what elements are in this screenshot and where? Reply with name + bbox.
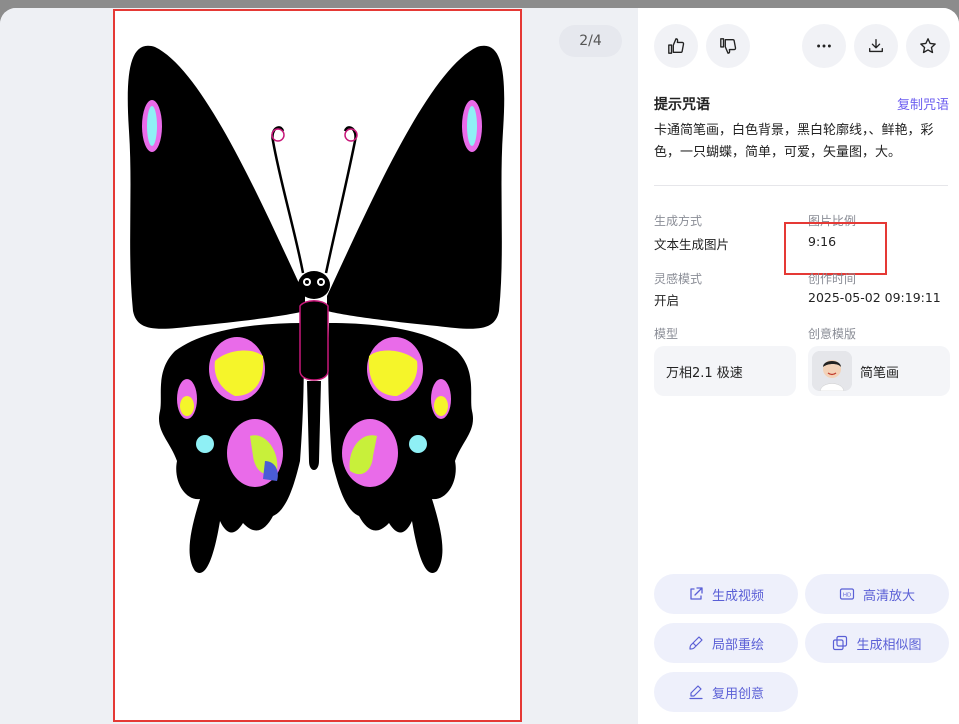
generate-similar-label: 生成相似图 bbox=[856, 637, 922, 653]
gen-mode-value: 文本生成图片 bbox=[654, 237, 730, 252]
favorite-button[interactable] bbox=[906, 24, 950, 68]
hd-upscale-button[interactable]: HD 高清放大 bbox=[805, 574, 949, 614]
prompt-text: 卡通简笔画，白色背景，黑白轮廓线，、鲜艳，彩色，一只蝴蝶，简单，可爱，矢量图，大… bbox=[654, 123, 934, 160]
model-card: 万相2.1 极速 bbox=[654, 346, 796, 396]
share-icon bbox=[690, 587, 703, 600]
generate-similar-button[interactable]: 生成相似图 bbox=[805, 623, 949, 663]
reuse-idea-label: 复用创意 bbox=[711, 686, 764, 702]
butterfly-illustration bbox=[127, 45, 505, 573]
image-viewer: 2/4 bbox=[0, 8, 638, 724]
brush-icon bbox=[689, 636, 703, 650]
detail-panel: 提示咒语 复制咒语 卡通简笔画，白色背景，黑白轮廓线，、鲜艳，彩色，一只蝴蝶，简… bbox=[638, 8, 959, 724]
generate-video-label: 生成视频 bbox=[711, 588, 764, 604]
dislike-button[interactable] bbox=[706, 24, 750, 68]
image-detail-modal: 2/4 提示咒语 复制咒语 卡通简笔画，白色背景，黑白轮廓线，、鲜艳，彩色，一只… bbox=[0, 8, 959, 724]
hd-upscale-label: 高清放大 bbox=[862, 588, 915, 604]
star-icon bbox=[920, 38, 936, 54]
more-button[interactable] bbox=[802, 24, 846, 68]
created-value: 2025-05-02 09:19:11 bbox=[808, 290, 941, 305]
edit-icon bbox=[689, 685, 703, 700]
page-counter: 2/4 bbox=[559, 25, 622, 57]
copy-images-icon bbox=[833, 635, 848, 651]
hd-icon: HD bbox=[839, 588, 855, 600]
generated-image[interactable] bbox=[113, 9, 522, 722]
svg-text:HD: HD bbox=[843, 593, 851, 599]
reuse-idea-button[interactable]: 复用创意 bbox=[654, 672, 798, 712]
created-label: 创作时间 bbox=[808, 272, 857, 286]
template-value: 简笔画 bbox=[860, 365, 900, 381]
template-thumbnail bbox=[812, 351, 852, 391]
download-button[interactable] bbox=[854, 24, 898, 68]
ratio-highlight bbox=[784, 222, 887, 275]
more-icon bbox=[817, 44, 831, 48]
thumbs-up-icon bbox=[668, 38, 685, 54]
generate-video-button[interactable]: 生成视频 bbox=[654, 574, 798, 614]
template-card[interactable]: 简笔画 bbox=[808, 346, 950, 396]
prompt-title: 提示咒语 bbox=[654, 97, 710, 113]
divider bbox=[654, 185, 948, 186]
gen-mode-label: 生成方式 bbox=[654, 214, 703, 228]
like-button[interactable] bbox=[654, 24, 698, 68]
model-label: 模型 bbox=[654, 327, 679, 341]
inspiration-value: 开启 bbox=[654, 293, 680, 308]
copy-prompt-link[interactable]: 复制咒语 bbox=[897, 94, 949, 113]
template-label: 创意模版 bbox=[808, 327, 857, 341]
local-repaint-label: 局部重绘 bbox=[711, 637, 764, 653]
local-repaint-button[interactable]: 局部重绘 bbox=[654, 623, 798, 663]
download-icon bbox=[869, 39, 883, 53]
inspiration-label: 灵感模式 bbox=[654, 272, 703, 286]
thumbs-down-icon bbox=[720, 38, 737, 54]
model-value: 万相2.1 极速 bbox=[666, 365, 743, 381]
